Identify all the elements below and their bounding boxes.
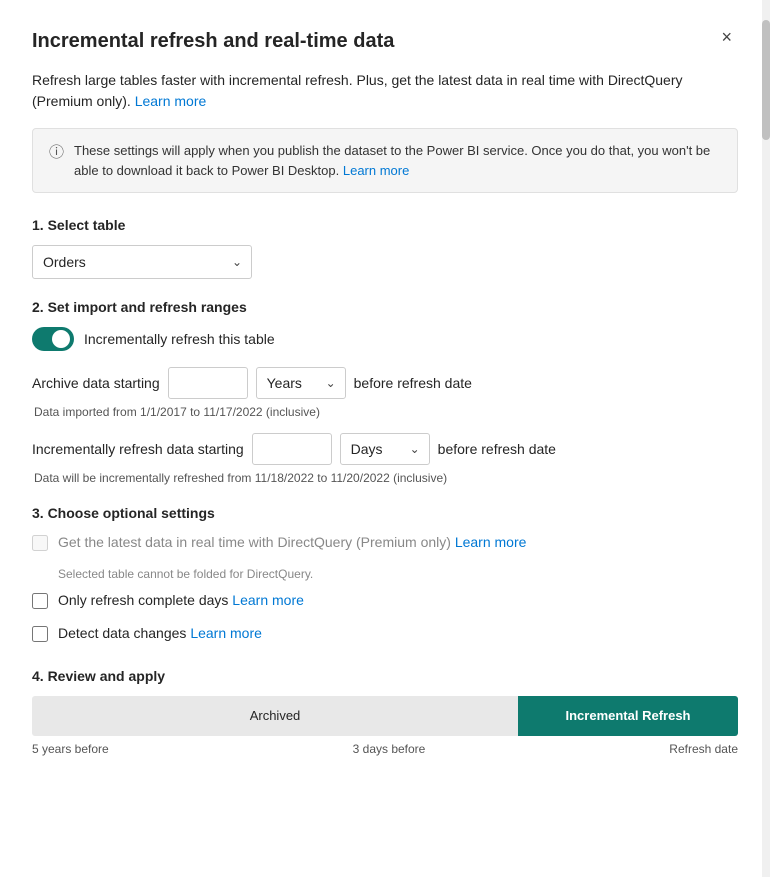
scrollbar[interactable] [762,0,770,877]
dialog-title: Incremental refresh and real-time data [32,28,394,54]
info-icon: ⓘ [49,142,64,180]
section4-title: 4. Review and apply [32,668,738,684]
option3-row: Detect data changes Learn more [32,624,738,644]
option1-checkbox[interactable] [32,535,48,551]
archive-field-row: Archive data starting 5 Days Months Year… [32,367,738,399]
option2-row: Only refresh complete days Learn more [32,591,738,611]
section-review-apply: 4. Review and apply Archived Incremental… [32,668,738,756]
archive-label: Archive data starting [32,375,160,391]
archive-suffix: before refresh date [354,375,472,391]
info-box: ⓘ These settings will apply when you pub… [32,128,738,193]
intro-body: Refresh large tables faster with increme… [32,72,683,109]
incremental-toggle[interactable] [32,327,74,351]
refresh-value-input[interactable]: 3 [252,433,332,465]
close-button[interactable]: × [715,26,738,48]
section3-title: 3. Choose optional settings [32,505,738,521]
option2-label: Only refresh complete days Learn more [58,591,304,611]
intro-text: Refresh large tables faster with increme… [32,70,738,112]
dialog-header: Incremental refresh and real-time data × [32,28,738,54]
option2-label-text: Only refresh complete days [58,592,228,608]
bar-label-middle: 3 days before [353,742,426,756]
review-bar-container: Archived Incremental Refresh 5 years bef… [32,696,738,756]
archive-value-input[interactable]: 5 [168,367,248,399]
section-import-ranges: 2. Set import and refresh ranges Increme… [32,299,738,485]
bar-label-right: Refresh date [669,742,738,756]
archive-hint: Data imported from 1/1/2017 to 11/17/202… [32,405,738,419]
option2-checkbox[interactable] [32,593,48,609]
option3-checkbox[interactable] [32,626,48,642]
section-optional-settings: 3. Choose optional settings Get the late… [32,505,738,644]
section-select-table: 1. Select table Orders Products Customer… [32,217,738,279]
option1-hint: Selected table cannot be folded for Dire… [58,567,738,581]
toggle-label: Incrementally refresh this table [84,331,275,347]
option1-learn-more-link[interactable]: Learn more [455,534,527,550]
option3-learn-more-link[interactable]: Learn more [190,625,262,641]
info-learn-more-link[interactable]: Learn more [343,163,409,178]
intro-learn-more-link[interactable]: Learn more [135,93,207,109]
archive-unit-wrapper: Days Months Years ⌄ [256,367,346,399]
table-select-wrapper: Orders Products Customers ⌄ [32,245,252,279]
section1-title: 1. Select table [32,217,738,233]
bar-archived: Archived [32,696,518,736]
refresh-suffix: before refresh date [438,441,556,457]
option1-label-text: Get the latest data in real time with Di… [58,534,451,550]
info-box-text: These settings will apply when you publi… [74,141,721,180]
option2-learn-more-link[interactable]: Learn more [232,592,304,608]
refresh-field-row: Incrementally refresh data starting 3 Da… [32,433,738,465]
bar-label-left: 5 years before [32,742,109,756]
refresh-unit-select[interactable]: Days Months Years [340,433,430,465]
scrollbar-thumb[interactable] [762,20,770,140]
refresh-unit-wrapper: Days Months Years ⌄ [340,433,430,465]
archive-unit-select[interactable]: Days Months Years [256,367,346,399]
table-select[interactable]: Orders Products Customers [32,245,252,279]
option3-label: Detect data changes Learn more [58,624,262,644]
incremental-refresh-dialog: Incremental refresh and real-time data ×… [0,0,770,877]
option3-label-text: Detect data changes [58,625,186,641]
toggle-row: Incrementally refresh this table [32,327,738,351]
refresh-label: Incrementally refresh data starting [32,441,244,457]
option1-row: Get the latest data in real time with Di… [32,533,738,553]
option1-label: Get the latest data in real time with Di… [58,533,526,553]
bar-incremental: Incremental Refresh [518,696,738,736]
section2-title: 2. Set import and refresh ranges [32,299,738,315]
toggle-slider [32,327,74,351]
refresh-hint: Data will be incrementally refreshed fro… [32,471,738,485]
review-bar: Archived Incremental Refresh [32,696,738,736]
bar-labels: 5 years before 3 days before Refresh dat… [32,742,738,756]
